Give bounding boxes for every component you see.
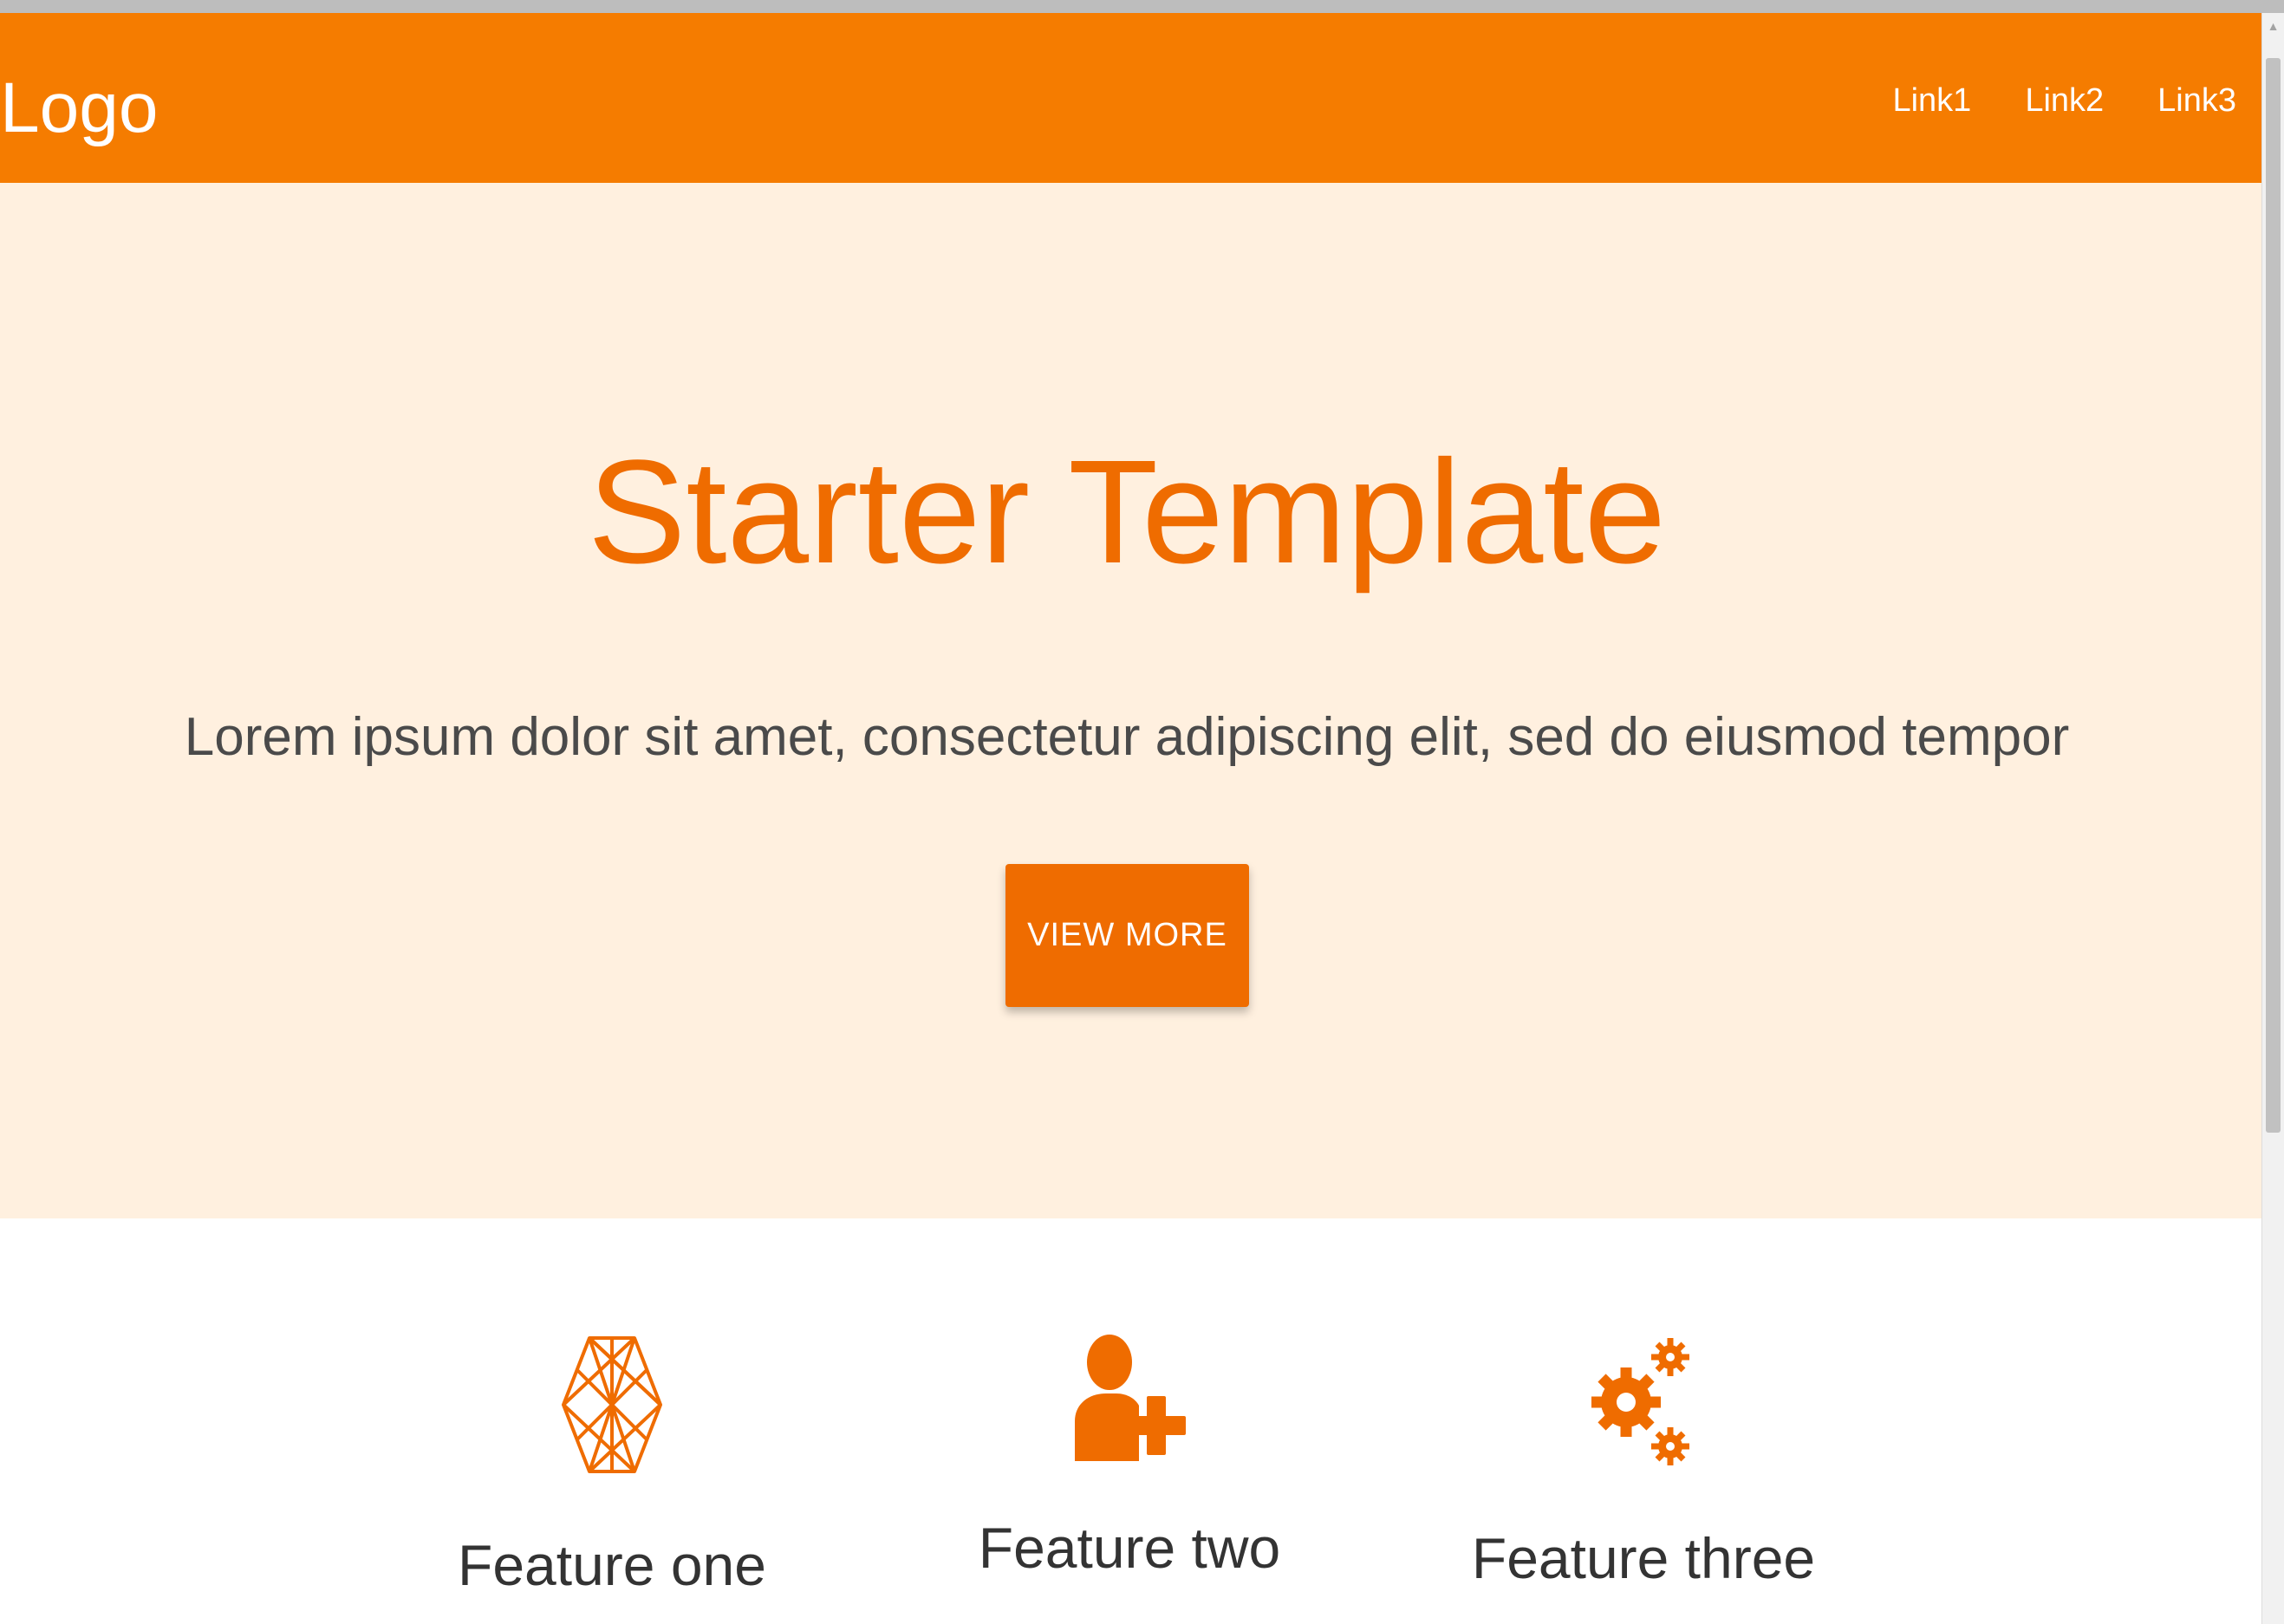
logo-link[interactable]: Logo <box>0 67 158 150</box>
feature-title: Feature three <box>1471 1526 1816 1590</box>
feature-title: Feature two <box>978 1516 1281 1580</box>
browser-top-edge <box>0 0 2284 13</box>
feature-two: Feature two <box>861 1331 1398 1582</box>
hero-section: Starter Template Lorem ipsum dolor sit a… <box>0 183 2262 1218</box>
feature-one: Feature one <box>343 1331 881 1600</box>
nav-link-2[interactable]: Link2 <box>2025 78 2104 123</box>
gears-icon <box>1591 1338 1689 1465</box>
feature-title: Feature one <box>458 1533 766 1597</box>
navbar: Logo Link1 Link2 Link3 <box>0 13 2262 183</box>
hero-title: Starter Template <box>587 430 1667 594</box>
nav-link-3[interactable]: Link3 <box>2157 78 2236 123</box>
hero-text: Lorem ipsum dolor sit amet, consectetur … <box>184 707 2070 767</box>
feature-three: Feature three <box>1375 1331 1912 1593</box>
page: Logo Link1 Link2 Link3 Starter Template … <box>0 0 2284 1624</box>
features-section: Feature one Feature two Feature three <box>0 1218 2262 1624</box>
hexagon-mesh-icon <box>562 1336 662 1473</box>
scroll-up-arrow-icon[interactable]: ▲ <box>2262 18 2284 34</box>
scrollbar-thumb[interactable] <box>2266 58 2281 1133</box>
vertical-scrollbar[interactable]: ▲ <box>2261 13 2284 1624</box>
nav-link-1[interactable]: Link1 <box>1892 78 1971 123</box>
add-user-icon <box>1075 1335 1186 1461</box>
view-more-button[interactable]: VIEW MORE <box>1005 864 1249 1007</box>
nav-links: Link1 Link2 Link3 <box>1838 78 2236 123</box>
